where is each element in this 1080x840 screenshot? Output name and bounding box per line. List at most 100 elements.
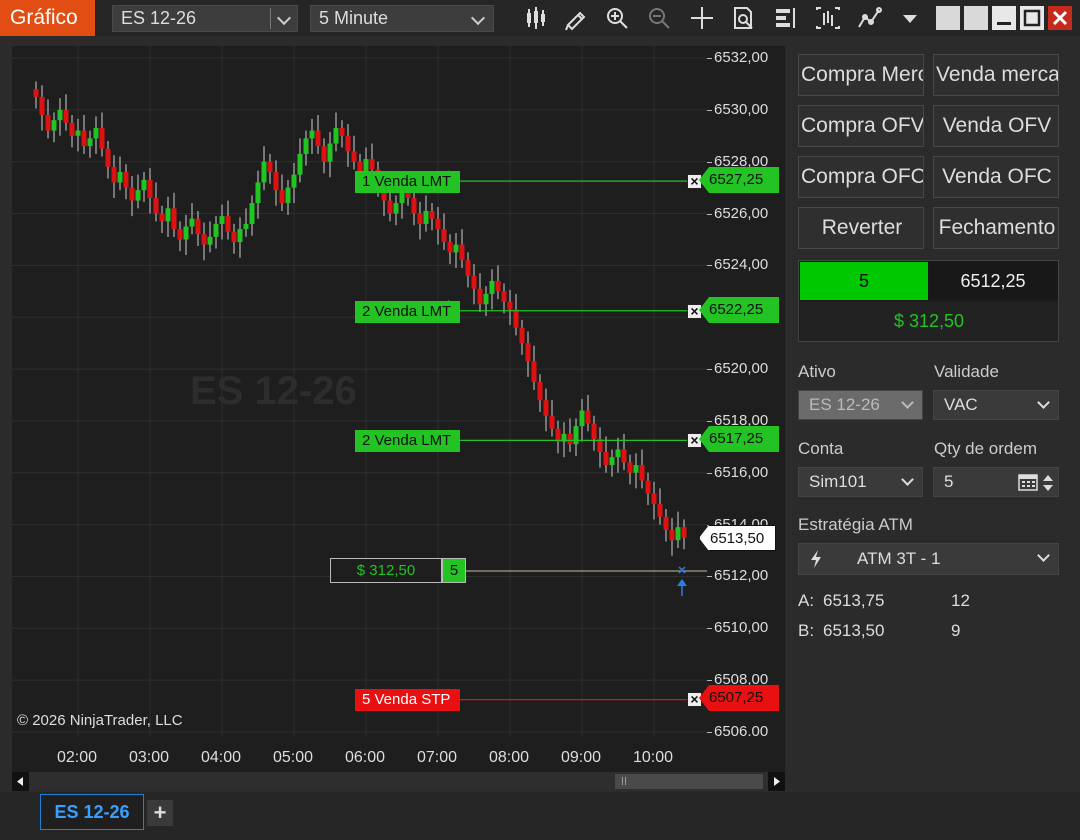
chart-panel[interactable]: ES 12-26 © 2026 NinjaTrader, LLC 1 Venda…: [12, 46, 707, 736]
candle-body: [165, 208, 171, 222]
candle-body: [231, 231, 237, 243]
position-qty-label[interactable]: 5: [442, 558, 466, 583]
order-price-tag[interactable]: 6527,25: [699, 167, 779, 193]
candle: [201, 222, 207, 261]
candle: [417, 201, 423, 240]
candle: [579, 398, 585, 442]
account-value: Sim101: [809, 472, 867, 491]
candle: [537, 374, 543, 412]
chart-canvas[interactable]: ES 12-26: [12, 46, 707, 736]
price-tick: [707, 213, 712, 215]
close-position-button[interactable]: Fechamento: [933, 207, 1059, 249]
position-pnl-label[interactable]: $ 312,50: [330, 558, 442, 583]
restore-icon[interactable]: [936, 6, 960, 30]
order-price-tag[interactable]: 6522,25: [699, 297, 779, 323]
minimize-icon[interactable]: [992, 6, 1016, 30]
order-label-stop[interactable]: 5 Venda STP: [355, 689, 460, 711]
candle: [315, 115, 321, 154]
buy-ofv-button[interactable]: Compra OFV: [798, 105, 924, 147]
instrument-selector[interactable]: ES 12-26: [112, 5, 298, 32]
more-menu-icon[interactable]: [896, 5, 924, 31]
candle: [285, 179, 291, 215]
quantity-stepper[interactable]: 5: [933, 467, 1059, 497]
candle: [63, 94, 69, 131]
candle-body: [315, 130, 321, 147]
cancel-order-icon[interactable]: ×: [687, 433, 702, 448]
candle: [261, 146, 267, 191]
restore-icon[interactable]: [964, 6, 988, 30]
indicators-icon[interactable]: [814, 5, 842, 31]
sell-ofc-button[interactable]: Venda OFC: [933, 156, 1059, 198]
candle-body: [387, 200, 393, 214]
candle: [393, 195, 399, 226]
validade-select[interactable]: VAC: [933, 390, 1059, 420]
order-label-2[interactable]: 2 Venda LMT: [355, 301, 460, 323]
candle: [39, 85, 45, 131]
close-icon[interactable]: [1048, 6, 1072, 30]
zoom-out-icon[interactable]: [646, 5, 674, 31]
stop-price-tag[interactable]: 6507,25: [699, 685, 779, 711]
cancel-order-icon[interactable]: ×: [687, 304, 702, 319]
sell-market-button[interactable]: Venda mercado: [933, 54, 1059, 96]
entry-arrow-icon: [677, 566, 687, 596]
strategies-icon[interactable]: [856, 5, 884, 31]
candle-body: [225, 216, 231, 232]
bar-type-icon[interactable]: [522, 5, 550, 31]
time-axis[interactable]: 02:00 03:00 04:00 05:00 06:00 07:00 08:00 09:00…: [12, 736, 785, 772]
calculator-icon[interactable]: [1018, 474, 1038, 491]
cancel-order-icon[interactable]: ×: [687, 174, 702, 189]
add-tab-button[interactable]: +: [147, 800, 173, 826]
app-title: Gráfico: [0, 0, 95, 36]
candle-body: [297, 153, 303, 175]
candle: [33, 81, 39, 109]
price-tick-label: 6530,00: [714, 100, 769, 118]
candle: [651, 481, 657, 520]
validade-label: Validade: [934, 362, 999, 381]
candle-body: [495, 280, 501, 292]
scroll-right-button[interactable]: [768, 772, 785, 791]
chart-trader-icon[interactable]: [772, 5, 800, 31]
candle-body: [279, 190, 285, 204]
reverse-button[interactable]: Reverter: [798, 207, 924, 249]
candle-body: [681, 527, 687, 538]
stepper-arrows-icon[interactable]: [1042, 472, 1054, 494]
buy-market-button[interactable]: Compra Mercado: [798, 54, 924, 96]
atm-label: Estratégia ATM: [798, 515, 913, 534]
buy-ofc-button[interactable]: Compra OFC: [798, 156, 924, 198]
horizontal-scrollbar[interactable]: [12, 772, 785, 791]
order-label-1[interactable]: 1 Venda LMT: [355, 171, 460, 193]
tab-es-12-26[interactable]: ES 12-26: [40, 794, 144, 830]
scroll-thumb[interactable]: [615, 774, 763, 789]
cancel-order-icon[interactable]: ×: [687, 692, 702, 707]
scroll-left-button[interactable]: [12, 772, 29, 791]
maximize-icon[interactable]: [1020, 6, 1044, 30]
account-select[interactable]: Sim101: [798, 467, 923, 497]
zoom-in-icon[interactable]: [604, 5, 632, 31]
candle-body: [81, 130, 87, 147]
interval-selector[interactable]: 5 Minute: [310, 5, 494, 32]
candle: [303, 130, 309, 166]
data-box-icon[interactable]: [730, 5, 758, 31]
position-avg-price: 6512,25: [928, 262, 1058, 300]
order-price-tag[interactable]: 6517,25: [699, 426, 779, 452]
price-tick: [707, 265, 712, 267]
copyright-text: © 2026 NinjaTrader, LLC: [17, 712, 183, 729]
pencil-icon[interactable]: [562, 5, 590, 31]
sell-ofv-button[interactable]: Venda OFV: [933, 105, 1059, 147]
crosshair-icon[interactable]: [688, 5, 716, 31]
candle: [621, 433, 627, 471]
atm-strategy-select[interactable]: ATM 3T - 1: [798, 543, 1059, 575]
candle: [75, 118, 81, 152]
candle-body: [285, 187, 291, 204]
instrument-watermark: ES 12-26: [190, 369, 357, 413]
candle-body: [525, 343, 531, 362]
candle-body: [615, 449, 621, 458]
candle: [195, 210, 201, 246]
price-axis[interactable]: 6532,006530,006528,006526,006524,006522,…: [699, 46, 785, 740]
candle: [45, 99, 51, 139]
order-label-3[interactable]: 2 Venda LMT: [355, 430, 460, 452]
ativo-select: ES 12-26: [798, 390, 923, 420]
qty-label: Qty de ordem: [934, 439, 1037, 458]
candle-body: [633, 464, 639, 473]
candle-body: [585, 410, 591, 424]
